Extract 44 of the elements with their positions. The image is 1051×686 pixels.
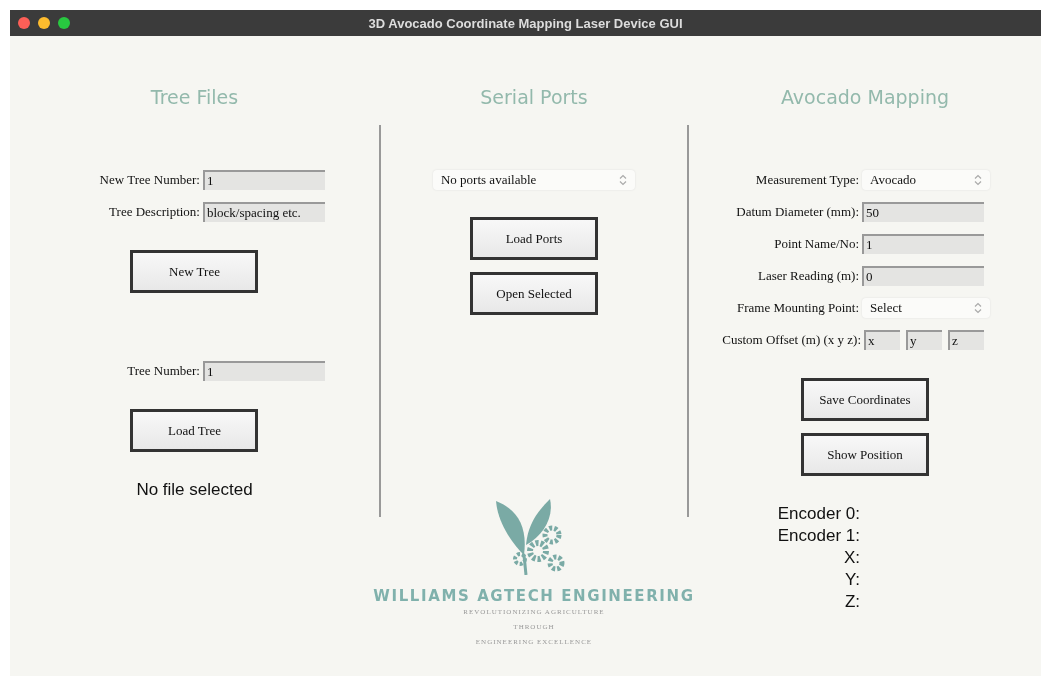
input-field[interactable]: 0 <box>862 266 984 286</box>
input-field[interactable]: z <box>948 330 984 350</box>
new-tree-button[interactable]: New Tree <box>130 250 259 293</box>
mapping-button[interactable]: Save Coordinates <box>801 378 929 421</box>
section-heading: Tree Files <box>150 86 239 110</box>
readout-label: Y: <box>844 569 860 591</box>
field-label: Laser Reading (m): <box>757 268 859 284</box>
field-label: Tree Description: <box>109 204 200 220</box>
readout-label: Encoder 1: <box>777 525 860 547</box>
field-label: Custom Offset (m) (x y z): <box>722 332 861 348</box>
field-label: Datum Diameter (mm): <box>736 204 859 220</box>
chevron-icon <box>974 174 982 186</box>
input-field[interactable]: 1 <box>862 234 984 254</box>
input-field[interactable]: y <box>906 330 942 350</box>
section-heading: Serial Ports <box>480 86 588 110</box>
dropdown[interactable]: Select <box>862 298 990 318</box>
chevron-icon <box>619 174 627 186</box>
field-label: Frame Mounting Point: <box>736 300 859 316</box>
field-label: New Tree Number: <box>99 172 200 188</box>
input-field[interactable]: 1 <box>203 170 325 190</box>
company-name: WILLIAMS AGTECH ENGINEERING <box>373 587 695 605</box>
window-title: 3D Avocado Coordinate Mapping Laser Device GUI <box>368 15 683 31</box>
input-field[interactable]: x <box>864 330 900 350</box>
section-heading: Avocado Mapping <box>780 86 950 110</box>
readout-label: X: <box>843 547 860 569</box>
close-icon[interactable] <box>18 17 30 29</box>
zoom-icon[interactable] <box>58 17 70 29</box>
readout-label: Z: <box>844 591 860 613</box>
input-field[interactable]: 50 <box>862 202 984 222</box>
port-button[interactable]: Load Ports <box>470 217 598 260</box>
field-label: Measurement Type: <box>755 172 859 188</box>
readout-label: Encoder 0: <box>777 503 860 525</box>
load-tree-button[interactable]: Load Tree <box>130 409 259 452</box>
dropdown[interactable]: Avocado <box>862 170 990 190</box>
file-status: No file selected <box>136 480 253 500</box>
minimize-icon[interactable] <box>38 17 50 29</box>
input-field[interactable]: 1 <box>203 361 325 381</box>
input-field[interactable]: block/spacing etc. <box>203 202 325 222</box>
port-button[interactable]: Open Selected <box>470 272 598 315</box>
field-label: Point Name/No: <box>774 236 859 252</box>
port-dropdown[interactable]: No ports available <box>433 170 635 190</box>
field-label: Tree Number: <box>127 363 200 379</box>
mapping-button[interactable]: Show Position <box>801 433 929 476</box>
chevron-icon <box>974 302 982 314</box>
